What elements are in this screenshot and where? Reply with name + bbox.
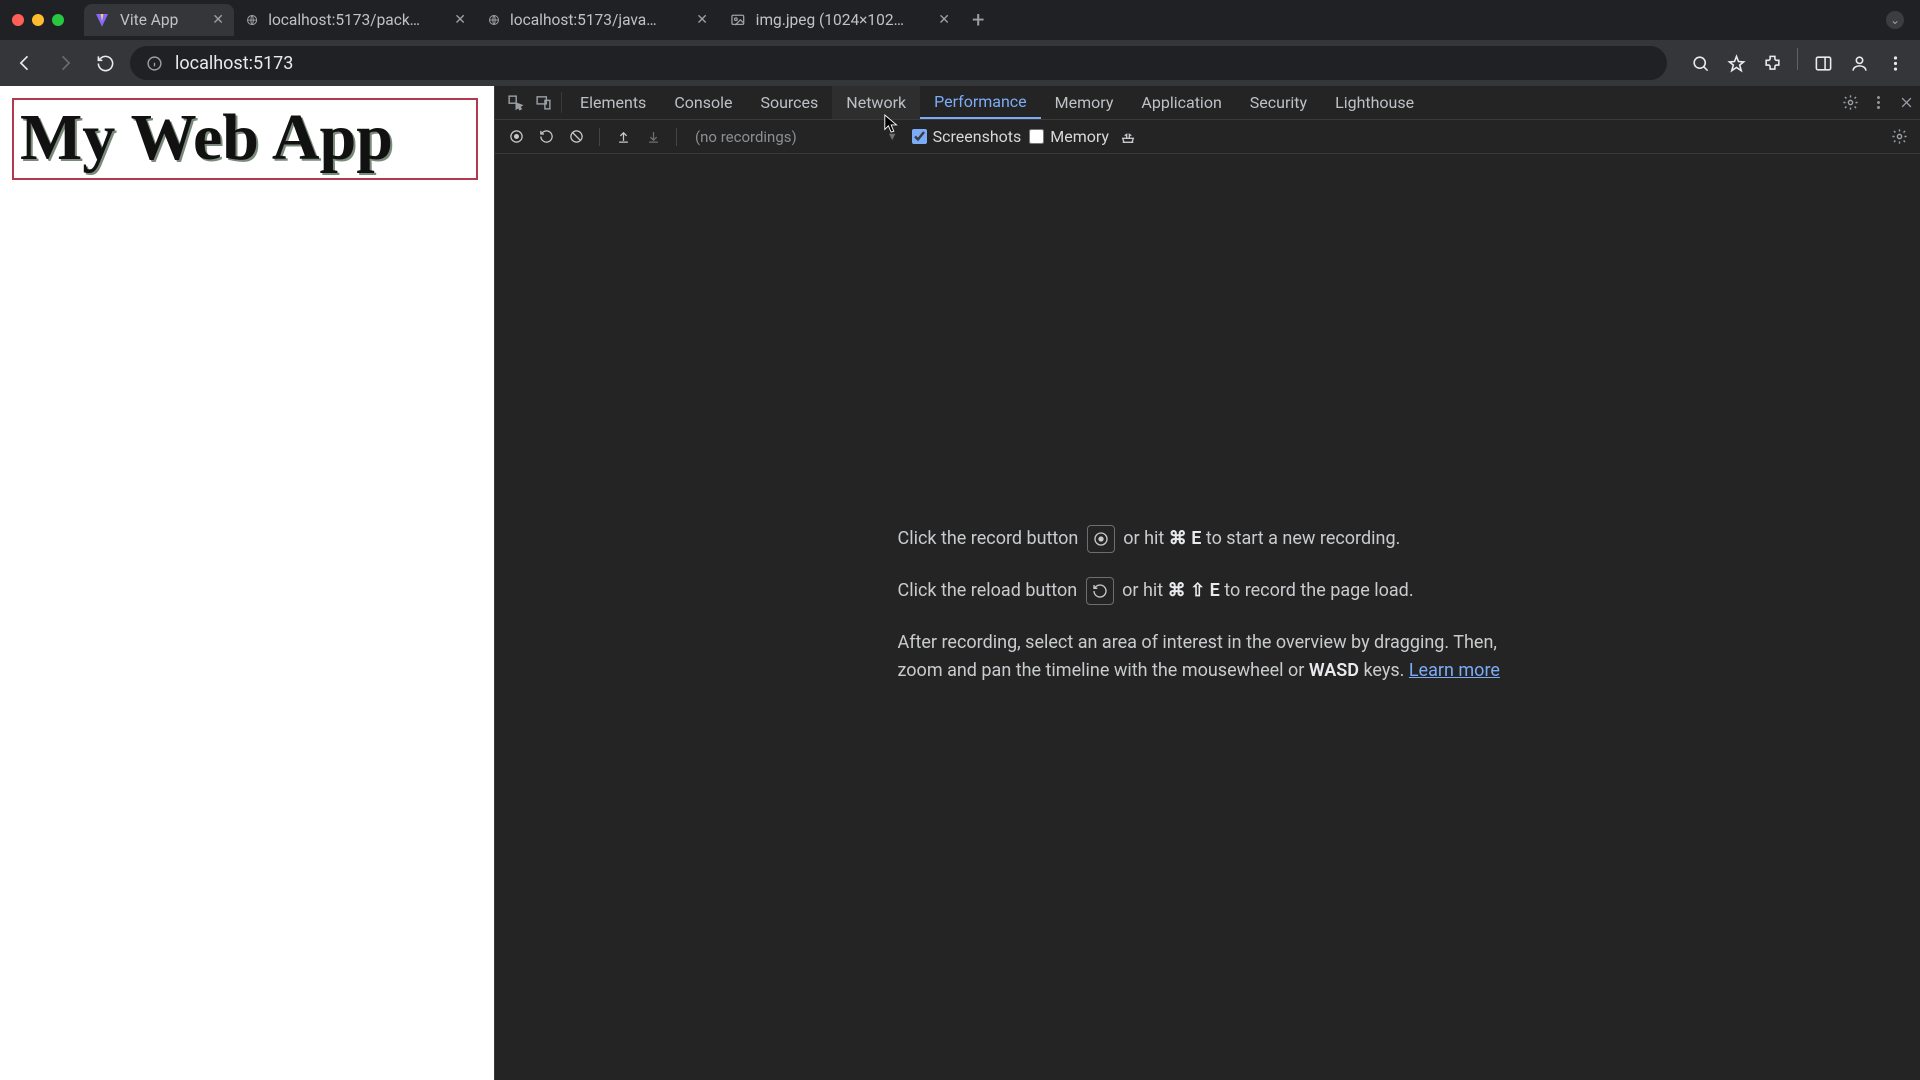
sidepanel-icon[interactable]	[1808, 48, 1838, 78]
hint-text: to record the page load.	[1220, 580, 1414, 601]
screenshots-checkbox[interactable]: Screenshots	[912, 127, 1022, 146]
hint-text: Click the reload button	[898, 580, 1078, 601]
globe-icon	[246, 12, 258, 28]
tab-console[interactable]: Console	[660, 86, 746, 119]
tab-performance[interactable]: Performance	[920, 86, 1041, 119]
record-icon	[1087, 525, 1115, 553]
hint-text: keys.	[1359, 660, 1409, 681]
hint-text: or hit	[1122, 580, 1167, 601]
close-icon[interactable]: ✕	[938, 12, 950, 28]
info-icon	[146, 55, 163, 72]
divider	[1797, 48, 1798, 70]
record-icon[interactable]	[505, 126, 527, 148]
back-button[interactable]	[10, 48, 40, 78]
hint-text: Click the record button	[898, 528, 1079, 549]
upload-icon[interactable]	[612, 126, 634, 148]
close-icon[interactable]: ✕	[212, 12, 224, 28]
forward-button[interactable]	[50, 48, 80, 78]
url-text: localhost:5173	[175, 53, 293, 74]
screenshots-label: Screenshots	[933, 127, 1022, 146]
inspect-icon[interactable]	[501, 86, 529, 119]
tab-elements[interactable]: Elements	[566, 86, 660, 119]
device-toggle-icon[interactable]	[529, 86, 557, 119]
tabs-menu-button[interactable]: ⌄	[1886, 11, 1904, 29]
browser-tab[interactable]: Vite App ✕	[84, 4, 234, 36]
tab-title: img.jpeg (1024×1024)	[756, 11, 905, 29]
zoom-icon[interactable]	[1685, 48, 1715, 78]
reload-button[interactable]	[90, 48, 120, 78]
gear-icon[interactable]	[1836, 86, 1864, 119]
heading-highlight: My Web App	[12, 98, 478, 180]
hint-bold: WASD	[1309, 660, 1359, 681]
bookmark-icon[interactable]	[1721, 48, 1751, 78]
performance-empty-state: Click the record button or hit ⌘ E to st…	[898, 525, 1518, 709]
tab-memory[interactable]: Memory	[1041, 86, 1128, 119]
browser-tab[interactable]: localhost:5173/javascript.svg ✕	[478, 4, 718, 36]
globe-icon	[488, 12, 500, 28]
close-icon[interactable]: ✕	[696, 12, 708, 28]
tab-application[interactable]: Application	[1127, 86, 1235, 119]
garbage-collect-icon[interactable]	[1117, 126, 1139, 148]
tab-sources[interactable]: Sources	[746, 86, 832, 119]
vite-icon	[94, 12, 110, 28]
menu-icon[interactable]	[1880, 48, 1910, 78]
window-close-icon[interactable]	[12, 14, 24, 26]
new-tab-button[interactable]: +	[962, 8, 994, 33]
browser-tab[interactable]: img.jpeg (1024×1024) ✕	[720, 4, 960, 36]
divider	[561, 92, 562, 113]
tab-lighthouse[interactable]: Lighthouse	[1321, 86, 1428, 119]
recordings-dropdown[interactable]: (no recordings) ▼	[689, 128, 904, 146]
address-bar[interactable]: localhost:5173	[130, 46, 1667, 80]
panel-settings-icon[interactable]	[1888, 126, 1910, 148]
tab-security[interactable]: Security	[1236, 86, 1321, 119]
download-icon[interactable]	[642, 126, 664, 148]
close-icon[interactable]: ✕	[454, 12, 466, 28]
tab-title: localhost:5173/package.json	[268, 11, 420, 29]
profile-icon[interactable]	[1844, 48, 1874, 78]
memory-label: Memory	[1050, 127, 1109, 146]
window-min-icon[interactable]	[32, 14, 44, 26]
kebab-icon[interactable]	[1864, 86, 1892, 119]
page-heading: My Web App	[20, 100, 470, 176]
memory-checkbox-input[interactable]	[1029, 129, 1044, 144]
tab-network[interactable]: Network	[832, 86, 920, 119]
divider	[676, 128, 677, 146]
screenshots-checkbox-input[interactable]	[912, 129, 927, 144]
hint-text: or hit	[1123, 528, 1168, 549]
recordings-placeholder: (no recordings)	[695, 128, 797, 146]
learn-more-link[interactable]: Learn more	[1409, 660, 1500, 681]
reload-icon	[1086, 577, 1114, 605]
browser-tab[interactable]: localhost:5173/package.json ✕	[236, 4, 476, 36]
clear-icon[interactable]	[565, 126, 587, 148]
tab-title: localhost:5173/javascript.svg	[510, 11, 662, 29]
window-max-icon[interactable]	[52, 14, 64, 26]
hint-shortcut: ⌘ E	[1169, 528, 1202, 549]
reload-profile-icon[interactable]	[535, 126, 557, 148]
divider	[599, 128, 600, 146]
image-icon	[730, 12, 746, 28]
tab-title: Vite App	[120, 11, 178, 29]
hint-text: to start a new recording.	[1201, 528, 1400, 549]
page-viewport[interactable]: My Web App	[0, 86, 494, 1080]
memory-checkbox[interactable]: Memory	[1029, 127, 1109, 146]
extensions-icon[interactable]	[1757, 48, 1787, 78]
close-devtools-icon[interactable]	[1892, 86, 1920, 119]
hint-shortcut: ⌘ ⇧ E	[1168, 580, 1220, 601]
